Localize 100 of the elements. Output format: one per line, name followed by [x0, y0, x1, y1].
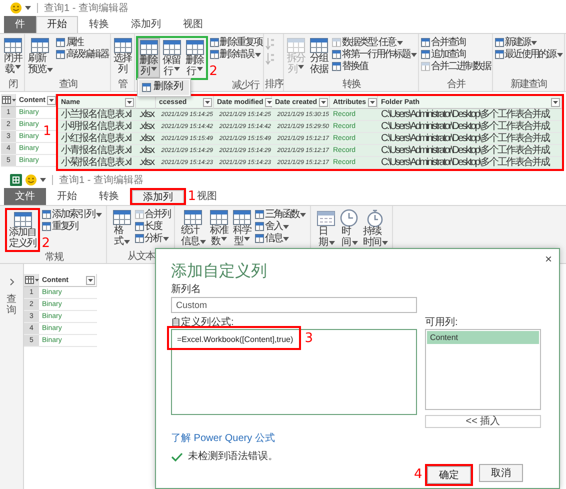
table-cell: C:\Users\Administrator\Desktop\多个工作表合并成: [378, 157, 562, 169]
ribbon-tab[interactable]: 添加列: [132, 190, 184, 203]
table-icon: [183, 209, 203, 226]
filter-icon[interactable]: [203, 98, 212, 106]
table-cell: .xlsx: [136, 133, 156, 145]
step-number: 2: [209, 65, 218, 78]
ribbon-button[interactable]: 追加查询: [420, 49, 492, 60]
table-icon: [255, 234, 264, 243]
ribbon-button[interactable]: 信息: [254, 233, 307, 244]
filter-icon[interactable]: [265, 98, 274, 106]
ribbon-button[interactable]: 三角函数: [254, 209, 307, 220]
group-label: 新建查询: [510, 79, 546, 91]
chevron-icon[interactable]: [8, 278, 14, 286]
window-title: 查询1 - 查询编辑器: [59, 174, 144, 187]
step-number: 2: [42, 237, 50, 250]
ribbon-button[interactable]: 将第一行用作标题: [331, 49, 418, 60]
filter-icon[interactable]: [47, 96, 56, 104]
close-button[interactable]: ×: [542, 252, 554, 266]
ribbon-button[interactable]: 格式: [110, 208, 132, 248]
table-menu-icon[interactable]: [25, 276, 39, 284]
ribbon-button[interactable]: 刷新预览: [26, 36, 54, 76]
ribbon-button[interactable]: 最近使用的源: [494, 49, 564, 60]
pane-label[interactable]: 查询: [6, 294, 16, 316]
filter-icon[interactable]: [368, 98, 378, 106]
ribbon-button[interactable]: 舍入: [254, 221, 307, 232]
ribbon-button[interactable]: 日期: [315, 208, 337, 249]
calendar-icon: [316, 209, 336, 227]
ribbon-button[interactable]: 替换值: [331, 61, 418, 72]
ribbon-tab[interactable]: 文件: [4, 188, 46, 205]
table-icon: [255, 222, 264, 231]
spreadsheet-icon[interactable]: [10, 174, 22, 186]
ribbon-tab[interactable]: 件: [4, 16, 36, 33]
group-label: 管: [118, 79, 127, 91]
insert-button[interactable]: << 插入: [425, 415, 541, 428]
table-icon: [421, 38, 430, 47]
dialog-title: 添加自定义列: [171, 263, 267, 281]
ribbon-button[interactable]: 高级编辑器: [55, 49, 110, 60]
ribbon-tab[interactable]: 转换: [78, 16, 120, 33]
ribbon-button[interactable]: 删除错误: [208, 49, 263, 60]
table-cell: 小红报名信息表.xl: [58, 133, 136, 145]
ribbon-button[interactable]: 闭并载: [2, 36, 24, 76]
ribbon-tab[interactable]: 转换: [88, 188, 130, 205]
ribbon-button[interactable]: 长度: [134, 221, 171, 232]
smiley-icon[interactable]: [25, 174, 37, 186]
table-cell: .xlsx: [136, 109, 156, 121]
menu-item[interactable]: 删除列: [138, 80, 188, 94]
ribbon-button[interactable]: 属性: [55, 37, 110, 48]
field-label: 可用列:: [425, 317, 458, 329]
group-label: 合并: [446, 79, 465, 91]
ribbon-tab[interactable]: 添加列: [120, 16, 172, 33]
caret-icon: [25, 6, 31, 10]
ribbon-button[interactable]: 添加索引列: [41, 209, 102, 220]
group-label: 减少行: [232, 80, 259, 92]
ribbon-button[interactable]: 分析: [134, 233, 171, 244]
filter-icon[interactable]: [125, 98, 134, 106]
help-link[interactable]: 了解 Power Query 公式: [171, 433, 275, 445]
name-field[interactable]: Custom: [171, 297, 417, 313]
ribbon-tab[interactable]: 开始: [46, 188, 88, 205]
table-icon: [56, 50, 65, 59]
table-icon: [3, 37, 23, 54]
ribbon-button[interactable]: 标准数: [208, 208, 230, 248]
ribbon-button[interactable]: 添加自定义列: [7, 210, 38, 250]
ribbon-button[interactable]: 合并查询: [420, 37, 492, 48]
cancel-button[interactable]: 取消: [479, 464, 523, 482]
smiley-icon[interactable]: [10, 2, 22, 14]
ribbon-button[interactable]: 分组依据: [308, 36, 330, 76]
table-icon: [134, 234, 144, 243]
step-number: 3: [304, 332, 313, 345]
table-menu-icon[interactable]: [2, 96, 16, 104]
ribbon-button[interactable]: 统计信息: [179, 208, 207, 248]
ribbon-tab[interactable]: 开始: [36, 16, 78, 33]
table-icon: [332, 62, 341, 71]
ribbon-tab[interactable]: 视图: [172, 16, 214, 33]
list-item[interactable]: Content: [427, 331, 539, 344]
ribbon-button[interactable]: 重复列: [41, 221, 102, 232]
ribbon-button[interactable]: 持续时间: [361, 208, 389, 249]
table-cell: C:\Users\Administrator\Desktop\多个工作表合并成: [378, 109, 562, 121]
ribbon-button[interactable]: 新建源: [494, 37, 564, 48]
table-icon: [255, 210, 264, 219]
step-number: 4: [414, 468, 422, 481]
ok-button[interactable]: 确定: [427, 466, 471, 484]
ribbon-button[interactable]: 科学型: [231, 208, 253, 248]
clock-icon: [339, 209, 359, 227]
filter-icon[interactable]: [86, 276, 95, 284]
ribbon-button[interactable]: 时间: [338, 208, 360, 249]
field-label: 新列名: [171, 284, 201, 296]
ribbon-button[interactable]: 删除重复项: [208, 37, 263, 48]
filter-icon[interactable]: [551, 98, 560, 106]
filter-icon[interactable]: [319, 98, 328, 106]
table-icon: [56, 38, 65, 47]
group-label: 查询: [58, 79, 77, 91]
table-cell: C:\Users\Administrator\Desktop\多个工作表合并成: [378, 133, 562, 145]
ribbon-button[interactable]: 选择列: [112, 36, 134, 76]
table-icon: [112, 209, 132, 226]
table-icon: [232, 209, 252, 226]
ribbon-button[interactable]: 保留行: [160, 38, 182, 78]
table-icon: [210, 50, 218, 59]
table-icon: [494, 50, 504, 59]
table-icon: [332, 50, 341, 59]
table-icon: [162, 39, 182, 56]
